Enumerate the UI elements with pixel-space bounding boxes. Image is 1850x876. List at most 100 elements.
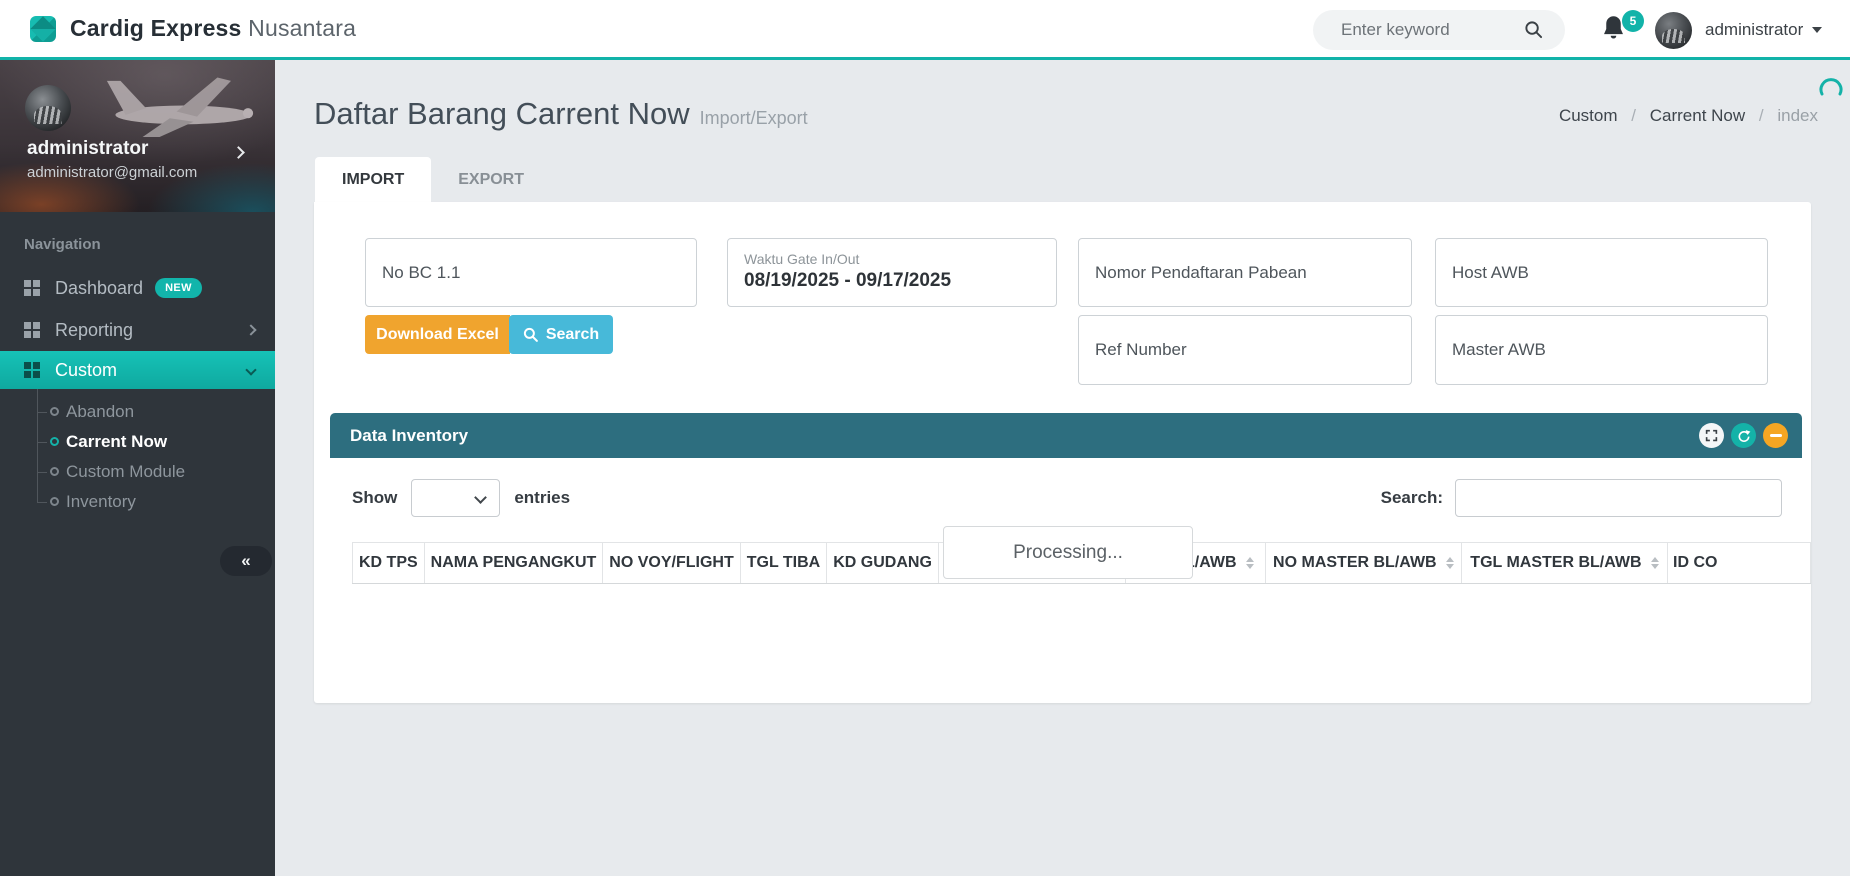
table-search-label: Search: (1381, 488, 1443, 508)
panel-header: Data Inventory (330, 413, 1802, 458)
tab-import[interactable]: IMPORT (315, 157, 431, 202)
column-header-label: TGL MASTER BL/AWB (1470, 554, 1641, 571)
expand-button[interactable] (1699, 423, 1724, 448)
gate-daterange-picker[interactable]: Waktu Gate In/Out 08/19/2025 - 09/17/202… (727, 238, 1057, 307)
tab-export[interactable]: EXPORT (431, 157, 551, 202)
airplane-image (95, 68, 265, 138)
user-menu-label: administrator (1705, 20, 1803, 40)
notification-badge: 5 (1622, 10, 1644, 32)
subitem-label: Abandon (66, 402, 134, 422)
panel-title: Data Inventory (350, 426, 468, 446)
user-menu[interactable]: administrator (1705, 0, 1822, 60)
chevron-right-icon[interactable] (232, 146, 245, 159)
global-search-input[interactable] (1341, 20, 1511, 40)
column-header: NO VOY/FLIGHT (603, 543, 740, 584)
profile-avatar[interactable] (25, 85, 71, 131)
sort-icon (1446, 557, 1454, 569)
subitem-label: Carrent Now (66, 432, 167, 452)
breadcrumb-item-carrent-now[interactable]: Carrent Now (1650, 106, 1745, 125)
column-header[interactable]: TGL MASTER BL/AWB (1461, 543, 1667, 584)
column-header-label: NO MASTER BL/AWB (1273, 554, 1437, 571)
sidebar-subitem-custom-module[interactable]: Custom Module (0, 457, 275, 487)
chevron-down-icon (245, 364, 256, 375)
user-avatar[interactable] (1655, 12, 1692, 49)
sort-icon (1246, 557, 1254, 569)
subitem-label: Inventory (66, 492, 136, 512)
entries-select[interactable] (411, 479, 500, 517)
page-head: Daftar Barang Carrent Now Import/Export … (275, 60, 1850, 132)
breadcrumb-separator: / (1631, 106, 1636, 125)
column-header-label: ID CO (1673, 554, 1717, 571)
brand[interactable]: Cardig Express Nusantara (30, 15, 356, 42)
column-header: KD TPS (353, 543, 425, 584)
download-excel-label: Download Excel (376, 326, 499, 344)
profile-name: administrator (27, 138, 148, 160)
refresh-icon (1737, 429, 1751, 443)
host-awb-input[interactable] (1435, 238, 1768, 307)
sidebar-item-dashboard[interactable]: Dashboard NEW (0, 267, 275, 309)
column-header[interactable]: NO MASTER BL/AWB (1265, 543, 1461, 584)
panel-body: Show entries Search: KD TPS NAMA PENGANGK… (330, 458, 1802, 703)
master-awb-input[interactable] (1435, 315, 1768, 385)
tab-bar: IMPORT EXPORT (315, 157, 1850, 202)
nomor-pendaftaran-input[interactable] (1078, 238, 1412, 307)
main-content: Daftar Barang Carrent Now Import/Export … (275, 60, 1850, 876)
search-button[interactable]: Search (509, 315, 613, 354)
sidebar-subitem-inventory[interactable]: Inventory (0, 487, 275, 517)
column-header-label: KD GUDANG (833, 554, 932, 571)
download-excel-button[interactable]: Download Excel (365, 315, 510, 354)
grid-icon (24, 280, 40, 296)
column-header: TGL TIBA (740, 543, 826, 584)
sidebar: administrator administrator@gmail.com Na… (0, 60, 275, 876)
show-label: Show (352, 488, 397, 508)
search-icon (523, 327, 538, 342)
nav-section-label: Navigation (24, 236, 275, 253)
custom-submenu: Abandon Carrent Now Custom Module Invent… (0, 389, 275, 521)
page-title: Daftar Barang Carrent Now (314, 96, 690, 132)
bullet-icon (50, 407, 59, 416)
filter-area: Download Excel Search Waktu Gate In/Out … (314, 202, 1811, 385)
gate-daterange-label: Waktu Gate In/Out (744, 251, 1040, 267)
table-controls: Show entries Search: (330, 458, 1802, 517)
brand-light: Nusantara (248, 15, 356, 41)
chevron-right-icon (245, 324, 256, 335)
expand-icon (1705, 429, 1718, 442)
sidebar-item-label: Dashboard (55, 278, 143, 299)
chevron-down-icon (474, 491, 487, 504)
sidebar-subitem-abandon[interactable]: Abandon (0, 397, 275, 427)
column-header-label: TGL TIBA (747, 554, 820, 571)
sidebar-item-label: Reporting (55, 320, 133, 341)
ref-number-input[interactable] (1078, 315, 1412, 385)
sidebar-item-custom[interactable]: Custom (0, 351, 275, 389)
bullet-icon (50, 497, 59, 506)
breadcrumb-item-custom[interactable]: Custom (1559, 106, 1618, 125)
search-icon[interactable] (1524, 20, 1543, 44)
loading-spinner-icon (1818, 76, 1844, 107)
no-bc-input[interactable] (365, 238, 697, 307)
sidebar-item-label: Custom (55, 360, 117, 381)
search-button-label: Search (546, 326, 599, 344)
breadcrumb-current: index (1777, 106, 1818, 125)
grid-icon (24, 322, 40, 338)
sidebar-subitem-carrent-now[interactable]: Carrent Now (0, 427, 275, 457)
table-search-input[interactable] (1455, 479, 1782, 517)
collapse-panel-button[interactable] (1763, 423, 1788, 448)
global-search (1313, 10, 1565, 50)
gate-daterange-value: 08/19/2025 - 09/17/2025 (744, 270, 1040, 292)
profile-email: administrator@gmail.com (27, 164, 197, 181)
column-header-label: NAMA PENGANGKUT (431, 554, 597, 571)
top-header: Cardig Express Nusantara 5 administrator (0, 0, 1850, 60)
subitem-label: Custom Module (66, 462, 185, 482)
sidebar-item-reporting[interactable]: Reporting (0, 309, 275, 351)
column-header: ID CO (1668, 543, 1811, 584)
column-header: KD GUDANG (827, 543, 939, 584)
new-badge: NEW (155, 278, 202, 298)
notifications-button[interactable]: 5 (1600, 14, 1646, 52)
refresh-button[interactable] (1731, 423, 1756, 448)
bullet-icon (50, 467, 59, 476)
sidebar-collapse-button[interactable]: « (220, 546, 272, 576)
entries-label: entries (514, 488, 570, 508)
sort-icon (1651, 557, 1659, 569)
brand-bold: Cardig Express (70, 15, 242, 41)
minus-icon (1770, 434, 1782, 437)
